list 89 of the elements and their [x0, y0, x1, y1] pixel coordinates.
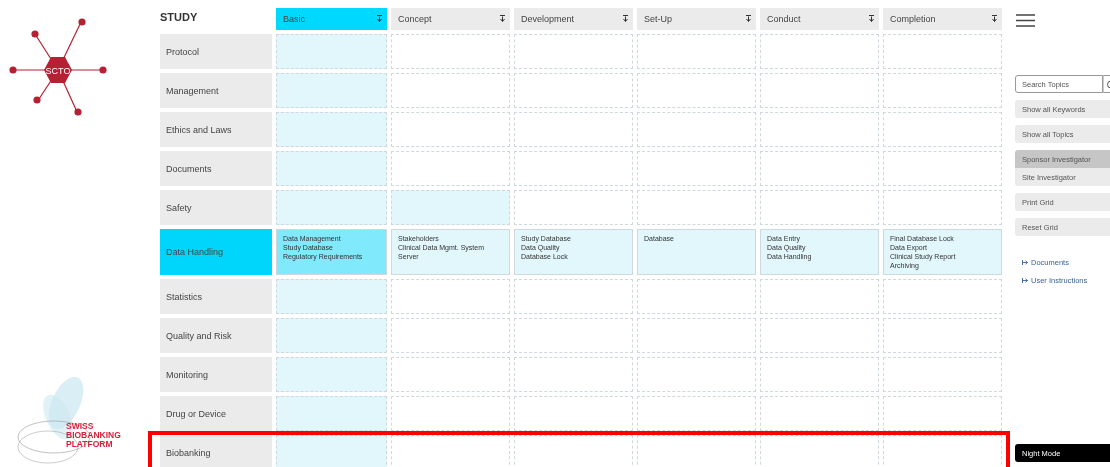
grid-cell[interactable]: [760, 112, 879, 147]
grid-cell[interactable]: [514, 34, 633, 69]
sort-icon: [869, 14, 874, 24]
grid-cell[interactable]: [276, 112, 387, 147]
grid-cell[interactable]: [276, 396, 387, 431]
topic-label[interactable]: Management: [160, 73, 272, 108]
grid-cell[interactable]: [883, 357, 1002, 392]
grid-cell[interactable]: [760, 151, 879, 186]
grid-cell[interactable]: [637, 396, 756, 431]
menu-icon[interactable]: [1016, 14, 1035, 27]
phase-header[interactable]: Basic: [276, 8, 387, 30]
phase-header[interactable]: Conduct: [760, 8, 879, 30]
grid-cell[interactable]: [760, 73, 879, 108]
grid-cell[interactable]: [637, 279, 756, 314]
phase-header[interactable]: Completion: [883, 8, 1002, 30]
grid-cell[interactable]: [637, 190, 756, 225]
grid-cell[interactable]: [883, 435, 1002, 467]
arrow-icon: [1022, 278, 1028, 283]
grid-cell[interactable]: [391, 318, 510, 353]
grid-cell[interactable]: [883, 73, 1002, 108]
grid-cell[interactable]: [391, 396, 510, 431]
topic-label[interactable]: Safety: [160, 190, 272, 225]
grid-title: STUDY: [160, 10, 199, 25]
grid-cell[interactable]: [391, 279, 510, 314]
topic-label[interactable]: Protocol: [160, 34, 272, 69]
grid-cell[interactable]: [391, 190, 510, 225]
grid-cell[interactable]: [637, 435, 756, 467]
phase-header[interactable]: Set-Up: [637, 8, 756, 30]
grid-cell[interactable]: [391, 357, 510, 392]
grid-cell[interactable]: [760, 357, 879, 392]
sort-icon: [746, 14, 751, 24]
grid-cell[interactable]: [760, 396, 879, 431]
grid-cell[interactable]: [514, 151, 633, 186]
grid-cell[interactable]: [637, 73, 756, 108]
grid-cell[interactable]: [883, 190, 1002, 225]
sort-icon: [623, 14, 628, 24]
grid-cell[interactable]: [514, 396, 633, 431]
grid-cell[interactable]: [514, 190, 633, 225]
grid-cell[interactable]: [637, 34, 756, 69]
grid-cell[interactable]: [760, 190, 879, 225]
topic-label[interactable]: Documents: [160, 151, 272, 186]
grid-cell[interactable]: [760, 34, 879, 69]
partner-logo-text: SWISS BIOBANKING PLATFORM: [66, 422, 121, 449]
grid-cell[interactable]: [514, 357, 633, 392]
topic-label[interactable]: Quality and Risk: [160, 318, 272, 353]
grid-cell[interactable]: [276, 190, 387, 225]
sort-icon: [500, 14, 505, 24]
grid-cell[interactable]: [514, 435, 633, 467]
grid-cell[interactable]: [391, 34, 510, 69]
grid-cell[interactable]: [391, 112, 510, 147]
grid-cell[interactable]: [276, 279, 387, 314]
grid-cell[interactable]: [637, 357, 756, 392]
grid-cell[interactable]: [760, 435, 879, 467]
topic-label[interactable]: Ethics and Laws: [160, 112, 272, 147]
sort-icon: [992, 14, 997, 24]
grid-cell[interactable]: [276, 318, 387, 353]
grid-cell[interactable]: [883, 112, 1002, 147]
topic-label[interactable]: Statistics: [160, 279, 272, 314]
grid-cell[interactable]: [883, 318, 1002, 353]
sort-icon: [377, 14, 382, 24]
grid-cell[interactable]: [391, 435, 510, 467]
grid-cell[interactable]: [514, 112, 633, 147]
grid-cell[interactable]: [276, 357, 387, 392]
topic-label[interactable]: Biobanking: [160, 435, 272, 467]
grid-cell[interactable]: [883, 151, 1002, 186]
grid-cell[interactable]: [276, 435, 387, 467]
grid-cell[interactable]: [514, 73, 633, 108]
grid-cell[interactable]: [391, 151, 510, 186]
grid-cell[interactable]: [514, 279, 633, 314]
grid-cell[interactable]: [760, 279, 879, 314]
topic-label[interactable]: Monitoring: [160, 357, 272, 392]
grid-cell[interactable]: [514, 318, 633, 353]
phase-header[interactable]: Development: [514, 8, 633, 30]
grid-cell[interactable]: [276, 151, 387, 186]
grid-cell[interactable]: [883, 34, 1002, 69]
grid-cell[interactable]: [883, 279, 1002, 314]
grid-cell[interactable]: [883, 396, 1002, 431]
grid-cell[interactable]: [760, 318, 879, 353]
topic-label[interactable]: Drug or Device: [160, 396, 272, 431]
grid-cell[interactable]: [637, 112, 756, 147]
arrow-icon: [1022, 260, 1028, 265]
grid-cell[interactable]: [637, 151, 756, 186]
scto-logo: SCTO: [8, 18, 108, 118]
grid-cell[interactable]: [276, 34, 387, 69]
grid-cell[interactable]: [276, 73, 387, 108]
grid-cell[interactable]: [637, 318, 756, 353]
topic-label[interactable]: Data Handling: [160, 229, 272, 275]
grid-cell[interactable]: [391, 73, 510, 108]
phase-header[interactable]: Concept: [391, 8, 510, 30]
